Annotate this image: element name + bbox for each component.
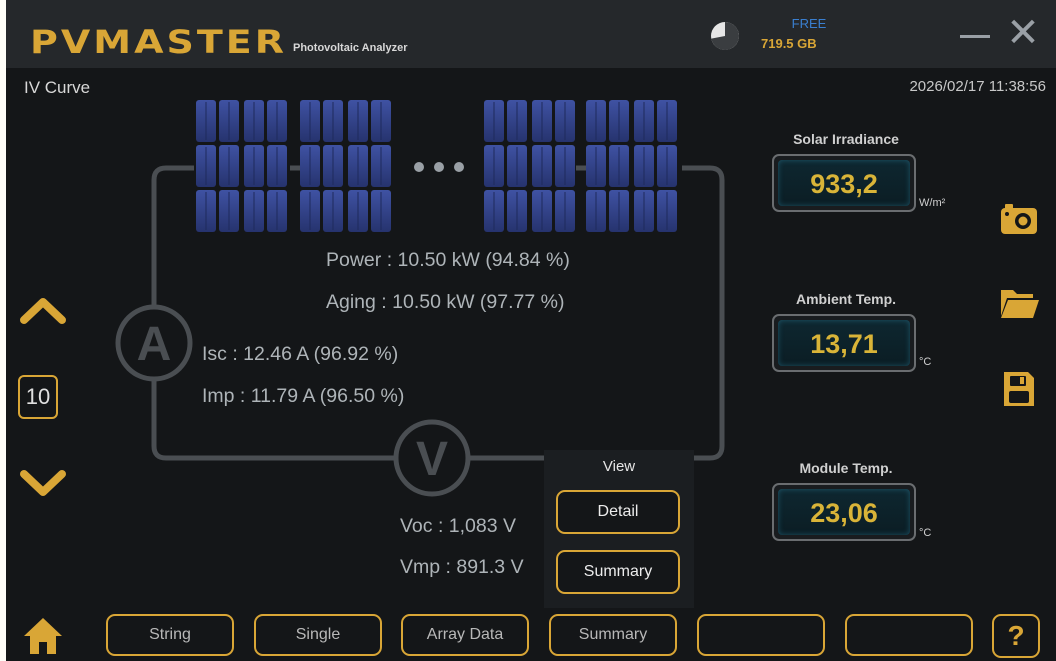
svg-text:V: V: [416, 433, 448, 486]
module-temp-value: 23,06: [778, 489, 910, 535]
solar-panel: [196, 100, 287, 232]
solar-panel: [300, 100, 391, 232]
solar-panel: [484, 100, 575, 232]
voltmeter-icon: V: [393, 419, 471, 497]
view-menu: View Detail Summary: [544, 450, 694, 608]
solar-panel: [586, 100, 677, 232]
ambient-temp-label: Ambient Temp.: [795, 291, 897, 307]
irradiance-value: 933,2: [778, 160, 910, 206]
svg-text:A: A: [137, 318, 172, 371]
folder-icon[interactable]: [999, 286, 1041, 320]
power-readout: Power : 10.50 kW (94.84 %): [326, 249, 570, 271]
string-button[interactable]: String: [106, 614, 234, 656]
array-data-button[interactable]: Array Data: [401, 614, 529, 656]
app-window: PVMASTER Photovoltaic Analyzer FREE 719.…: [6, 0, 1056, 661]
empty-button-1[interactable]: [697, 614, 825, 656]
help-button[interactable]: ?: [992, 614, 1040, 658]
imp-readout: Imp : 11.79 A (96.50 %): [202, 385, 405, 407]
view-menu-title: View: [602, 458, 636, 475]
irradiance-unit: W/m²: [919, 197, 946, 209]
module-temp-label: Module Temp.: [799, 460, 893, 476]
aging-readout: Aging : 10.50 kW (97.77 %): [326, 291, 565, 313]
irradiance-display: 933,2: [772, 154, 916, 212]
save-icon[interactable]: [1002, 370, 1036, 408]
home-icon[interactable]: [20, 614, 66, 658]
isc-readout: Isc : 12.46 A (96.92 %): [202, 343, 399, 365]
ammeter-icon: A: [115, 304, 193, 382]
module-temp-unit: °C: [919, 527, 932, 539]
empty-button-2[interactable]: [845, 614, 973, 656]
ambient-temp-display: 13,71: [772, 314, 916, 372]
view-summary-button[interactable]: Summary: [556, 550, 680, 594]
chevron-down-icon[interactable]: [18, 466, 68, 502]
vmp-readout: Vmp : 891.3 V: [400, 556, 524, 578]
module-temp-display: 23,06: [772, 483, 916, 541]
single-button[interactable]: Single: [254, 614, 382, 656]
summary-button[interactable]: Summary: [549, 614, 677, 656]
ambient-temp-value: 13,71: [778, 320, 910, 366]
ellipsis-icon: [414, 162, 464, 172]
irradiance-label: Solar Irradiance: [793, 131, 899, 147]
view-detail-button[interactable]: Detail: [556, 490, 680, 534]
ambient-temp-unit: °C: [919, 356, 932, 368]
camera-icon[interactable]: [999, 200, 1039, 236]
page-number: 10: [18, 375, 58, 419]
chevron-up-icon[interactable]: [18, 292, 68, 328]
voc-readout: Voc : 1,083 V: [400, 515, 517, 537]
